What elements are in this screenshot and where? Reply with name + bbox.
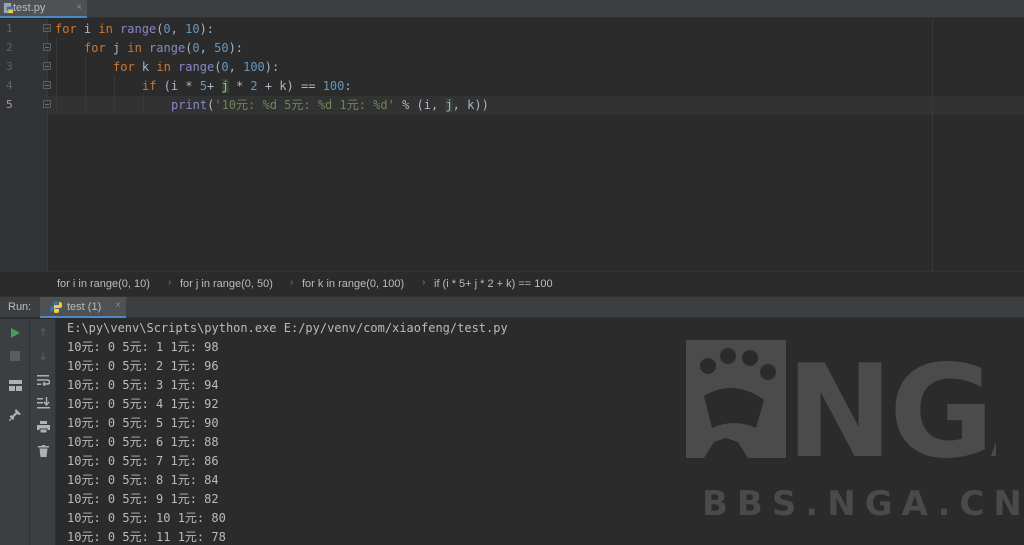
python-file-icon	[50, 301, 62, 313]
line-number: 3	[6, 60, 13, 73]
console-output-line: 10元: 0 5元: 9 1元: 82	[67, 492, 219, 506]
run-toolbar-secondary: ↑ ↓	[30, 319, 56, 545]
code-line-2: for j in range(0, 50):	[84, 41, 244, 55]
console-output-line: 10元: 0 5元: 10 1元: 80	[67, 511, 226, 525]
print-icon[interactable]	[35, 419, 51, 435]
fold-marker-icon[interactable]	[43, 81, 51, 89]
right-margin-guide	[932, 19, 933, 271]
run-tab[interactable]: test (1) ×	[40, 297, 126, 318]
line-number: 4	[6, 79, 13, 92]
console-output-line: 10元: 0 5元: 11 1元: 78	[67, 530, 226, 544]
line-number: 5	[6, 98, 13, 111]
tab-label: test.py	[13, 2, 46, 14]
console-output-line: 10元: 0 5元: 1 1元: 98	[67, 340, 219, 354]
console-output-line: 10元: 0 5元: 6 1元: 88	[67, 435, 219, 449]
console-output-line: 10元: 0 5元: 3 1元: 94	[67, 378, 219, 392]
run-label: Run:	[8, 301, 32, 313]
run-icon[interactable]	[7, 325, 23, 341]
fold-marker-icon[interactable]	[43, 24, 51, 32]
fold-marker-icon[interactable]	[43, 62, 51, 70]
chevron-right-icon: ›	[422, 277, 426, 288]
scroll-to-end-icon[interactable]	[35, 395, 51, 411]
run-tab-label: test (1)	[67, 301, 102, 313]
up-arrow-icon[interactable]: ↑	[35, 325, 51, 341]
console-output-line: 10元: 0 5元: 4 1元: 92	[67, 397, 219, 411]
console-command-line: E:\py\venv\Scripts\python.exe E:/py/venv…	[67, 321, 508, 335]
editor-tab-bar: test.py ×	[0, 0, 1024, 18]
indent-guide	[56, 38, 57, 114]
line-number: 1	[6, 22, 13, 35]
breadcrumb-item[interactable]: for j in range(0, 50)	[180, 278, 273, 290]
indent-guide	[114, 76, 115, 114]
trash-icon[interactable]	[35, 443, 51, 459]
breadcrumb-item[interactable]: if (i * 5+ j * 2 + k) == 100	[434, 278, 553, 290]
code-line-5: print('10元: %d 5元: %d 1元: %d' % (i, j, k…	[171, 98, 489, 112]
run-toolwindow-header: Run: test (1) ×	[0, 296, 1024, 318]
tab-test-py[interactable]: test.py ×	[0, 0, 87, 18]
console-output-line: 10元: 0 5元: 5 1元: 90	[67, 416, 219, 430]
pin-icon[interactable]	[7, 407, 23, 423]
fold-marker-icon[interactable]	[43, 100, 51, 108]
chevron-right-icon: ›	[290, 277, 294, 288]
console-output-line: 10元: 0 5元: 7 1元: 86	[67, 454, 219, 468]
line-number-gutter: 1 2 3 4 5	[0, 19, 51, 271]
console-output-line: 10元: 0 5元: 8 1元: 84	[67, 473, 219, 487]
python-file-icon	[3, 3, 14, 14]
breadcrumb-item[interactable]: for i in range(0, 10)	[57, 278, 150, 290]
soft-wrap-icon[interactable]	[35, 372, 51, 388]
console-output-line: 10元: 0 5元: 2 1元: 96	[67, 359, 219, 373]
code-line-4: if (i * 5+ j * 2 + k) == 100:	[142, 79, 352, 93]
code-line-3: for k in range(0, 100):	[113, 60, 280, 74]
code-line-1: for i in range(0, 10):	[55, 22, 215, 36]
breadcrumb: for i in range(0, 10) › for j in range(0…	[0, 271, 1024, 295]
tab-close-icon[interactable]: ×	[76, 2, 82, 13]
watermark-url: BBS.NGA.CN	[702, 484, 1024, 524]
chevron-right-icon: ›	[168, 277, 172, 288]
indent-guide	[85, 57, 86, 114]
stop-icon[interactable]	[7, 348, 23, 364]
fold-marker-icon[interactable]	[43, 43, 51, 51]
breadcrumb-item[interactable]: for k in range(0, 100)	[302, 278, 404, 290]
line-number: 2	[6, 41, 13, 54]
indent-guide	[143, 95, 144, 114]
layout-icon[interactable]	[7, 377, 23, 393]
run-tab-close-icon[interactable]: ×	[115, 300, 121, 311]
run-toolbar-primary	[0, 319, 30, 545]
down-arrow-icon[interactable]: ↓	[35, 348, 51, 364]
code-editor[interactable]: 1 2 3 4 5 for i in range(0, 10): for j i…	[0, 19, 1024, 271]
